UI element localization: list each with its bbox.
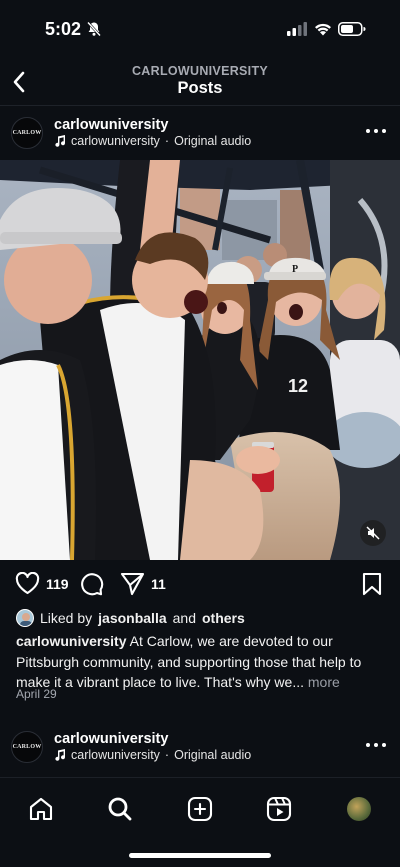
- music-note-icon: [55, 135, 66, 147]
- status-bar: 5:02: [0, 0, 400, 60]
- audio-owner: carlowuniversity: [71, 748, 160, 762]
- audio-label: Original audio: [174, 748, 252, 762]
- liked-user[interactable]: jasonballa: [98, 610, 166, 626]
- avatar[interactable]: CARLOW: [11, 117, 43, 149]
- mute-button[interactable]: [360, 520, 386, 546]
- battery-icon: [338, 22, 366, 36]
- audio-separator: ·: [164, 134, 170, 148]
- audio-owner: carlowuniversity: [71, 134, 160, 148]
- liked-and: and: [172, 610, 196, 626]
- wifi-icon: [315, 23, 331, 36]
- post-header: CARLOW carlowuniversity carlowuniversity…: [0, 108, 400, 160]
- profile-avatar: [347, 797, 371, 821]
- music-note-icon: [55, 749, 66, 761]
- nav-create[interactable]: [186, 795, 214, 823]
- caption-username[interactable]: carlowuniversity: [16, 633, 127, 649]
- save-button[interactable]: [362, 572, 382, 596]
- comment-icon: [81, 573, 104, 596]
- status-time: 5:02: [45, 19, 82, 39]
- share-icon: [120, 572, 145, 596]
- liked-by[interactable]: Liked by jasonballa and others: [16, 609, 245, 627]
- like-button[interactable]: 119: [15, 572, 69, 595]
- next-post-header: CARLOW carlowuniversity carlowuniversity…: [0, 722, 400, 774]
- search-icon: [108, 797, 132, 821]
- crowd-photo-illustration: P 12: [0, 160, 400, 560]
- post-username[interactable]: carlowuniversity: [54, 731, 168, 747]
- home-indicator: [129, 853, 271, 858]
- nav-reels[interactable]: [265, 795, 293, 823]
- svg-text:P: P: [292, 264, 298, 275]
- nav-profile[interactable]: [345, 795, 373, 823]
- page-title: Posts: [177, 79, 223, 97]
- home-icon: [29, 797, 53, 821]
- liked-prefix: Liked by: [40, 610, 93, 626]
- like-count: 119: [46, 575, 69, 592]
- muted-speaker-icon: [366, 526, 380, 540]
- avatar-logo-text: CARLOW: [12, 130, 42, 136]
- caption-more-link[interactable]: more: [308, 674, 340, 690]
- nav-home[interactable]: [27, 795, 55, 823]
- signal-icon: [287, 22, 307, 36]
- liker-avatar: [16, 609, 34, 627]
- more-options-button[interactable]: [366, 738, 386, 752]
- bookmark-icon: [362, 572, 382, 596]
- bell-off-icon: [87, 21, 101, 37]
- post-caption[interactable]: carlowuniversity At Carlow, we are devot…: [16, 631, 386, 693]
- reels-icon: [266, 796, 292, 822]
- create-icon: [187, 796, 213, 822]
- post-actions: 119 11: [0, 568, 400, 602]
- audio-info[interactable]: carlowuniversity · Original audio: [54, 748, 251, 762]
- account-name: CARLOWUNIVERSITY: [131, 64, 269, 78]
- post-photo[interactable]: P 12: [0, 160, 400, 560]
- audio-info[interactable]: carlowuniversity · Original audio: [54, 134, 251, 148]
- comment-button[interactable]: [80, 572, 104, 596]
- share-count: 11: [151, 576, 166, 592]
- heart-icon: [15, 572, 40, 595]
- avatar-logo-text: CARLOW: [12, 744, 42, 750]
- avatar[interactable]: CARLOW: [11, 731, 43, 763]
- bottom-nav: [0, 777, 400, 867]
- page-header: CARLOWUNIVERSITY Posts: [0, 58, 400, 106]
- liked-others[interactable]: others: [202, 610, 245, 626]
- more-options-button[interactable]: [366, 124, 386, 138]
- nav-search[interactable]: [106, 795, 134, 823]
- jersey-number: 12: [288, 376, 308, 396]
- audio-separator: ·: [164, 748, 170, 762]
- audio-label: Original audio: [174, 134, 252, 148]
- post-username[interactable]: carlowuniversity: [54, 117, 168, 133]
- post-date: April 29: [16, 687, 57, 701]
- share-button[interactable]: 11: [120, 572, 166, 596]
